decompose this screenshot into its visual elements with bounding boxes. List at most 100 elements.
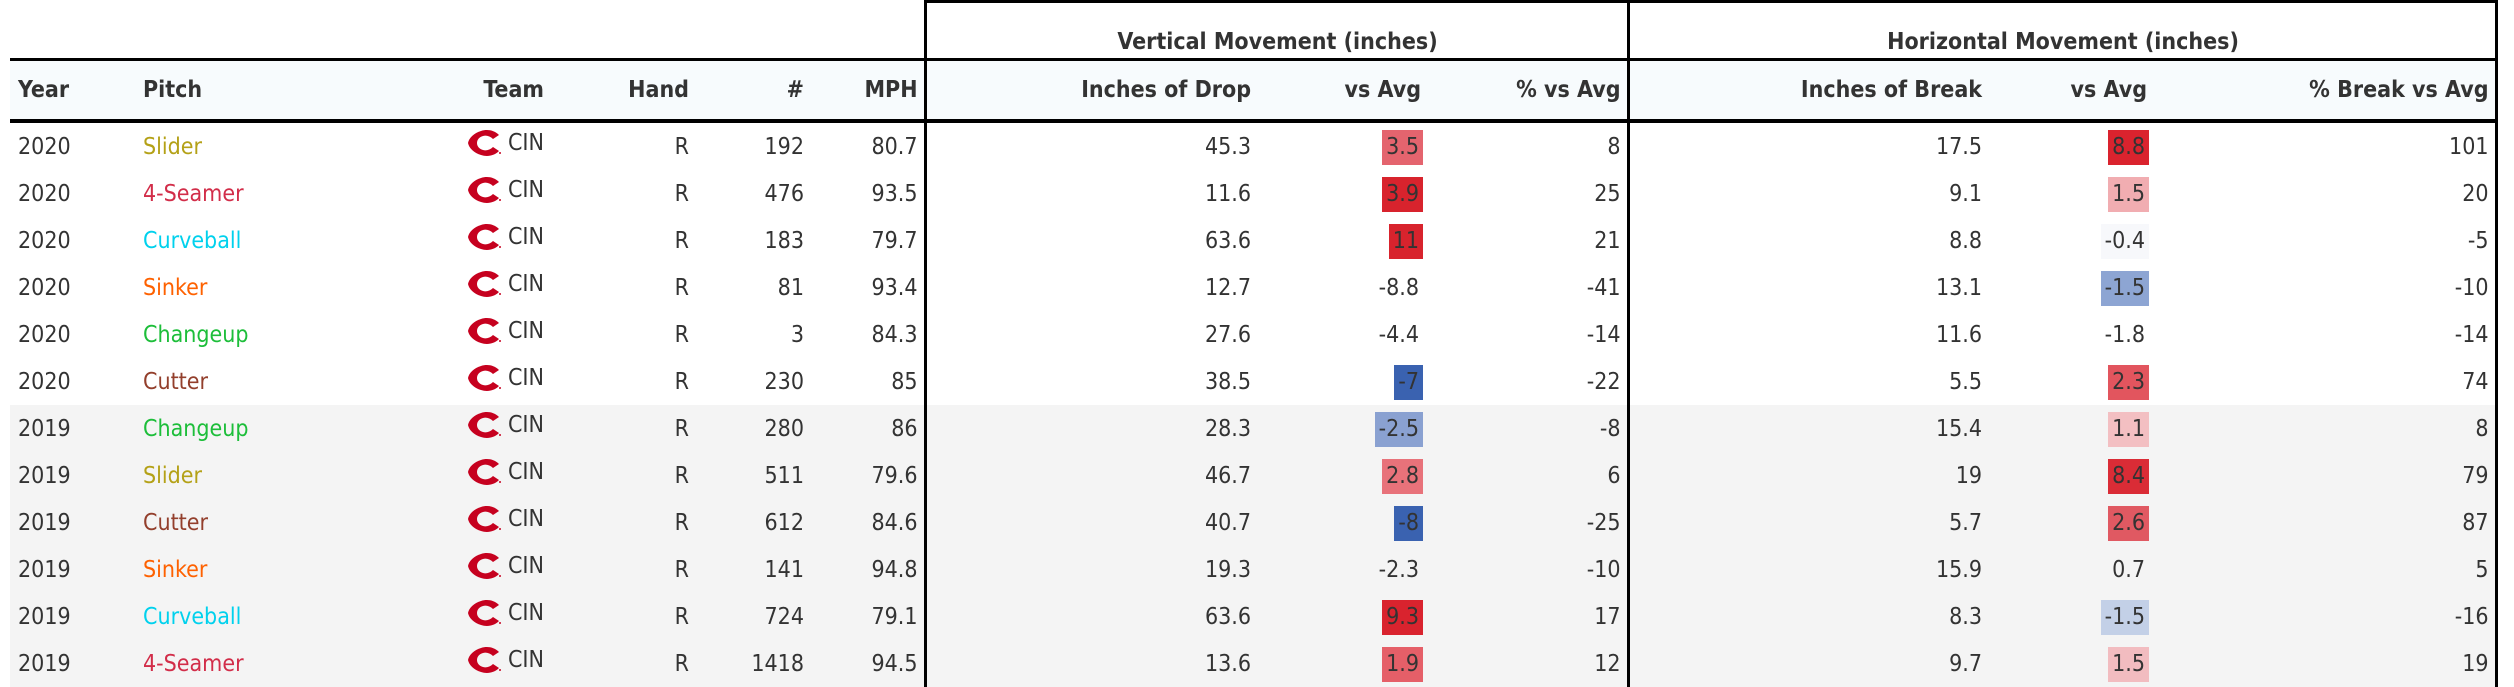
cell-break: 13.1: [1935, 274, 1983, 301]
cell-pitch: Cutter: [135, 499, 300, 546]
team-abbr: CIN: [507, 177, 544, 203]
pitch-movement-table-container: Vertical Movement (inches) Horizontal Mo…: [10, 0, 2498, 687]
col-header-v-vs-avg[interactable]: vs Avg: [1257, 58, 1428, 123]
cell-h-vs-avg: -1.5: [1988, 593, 2154, 640]
cell-v-vs-avg: -2.5: [1257, 405, 1428, 452]
cell-break: 9.1: [1949, 180, 1983, 207]
cell-pitch: Curveball: [143, 227, 242, 254]
cell-v-vs-avg: 3.5: [1257, 121, 1427, 170]
table-row: 2019 Slider CIN R 511 79.6 46.7 2.8 6 19…: [10, 452, 2498, 499]
col-header-year[interactable]: Year: [10, 58, 135, 123]
team-abbr: CIN: [507, 553, 544, 579]
cell-count: 1418: [695, 640, 810, 687]
group-header-blank: [10, 2, 925, 60]
h-vs-avg-badge: 1.5: [2108, 646, 2150, 682]
pitch-movement-table: Vertical Movement (inches) Horizontal Mo…: [10, 0, 2498, 687]
team-abbr: CIN: [507, 224, 544, 250]
team-abbr: CIN: [507, 647, 544, 673]
cell-team: CIN: [300, 170, 550, 217]
cell-year: 2019: [10, 546, 135, 593]
v-vs-avg-badge: 11: [1388, 223, 1424, 259]
cell-h-vs-avg: 2.6: [1988, 499, 2154, 546]
cell-count: 724: [695, 593, 810, 640]
col-header-count[interactable]: #: [695, 58, 810, 123]
cell-hand: R: [674, 227, 689, 254]
cell-year: 2020: [18, 180, 71, 207]
cell-h-pct-vs-avg: 87: [2153, 499, 2498, 546]
cell-year: 2019: [10, 452, 135, 499]
reds-logo-icon: [467, 600, 501, 626]
team-wrap: CIN: [467, 405, 544, 445]
team-abbr: CIN: [507, 365, 544, 391]
v-vs-avg-badge: 3.5: [1382, 129, 1424, 165]
col-header-mph[interactable]: MPH: [810, 58, 926, 123]
cell-break: 11.6: [1935, 321, 1983, 348]
col-header-h-vs-avg[interactable]: vs Avg: [1988, 58, 2154, 123]
cell-pitch: Changeup: [135, 405, 300, 452]
reds-logo-icon: [467, 365, 501, 391]
table-row: 2020 Curveball CIN R 183 79.7 63.6 11 21…: [10, 217, 2498, 264]
cell-hand: R: [550, 640, 695, 687]
cell-pitch: 4-Seamer: [135, 640, 300, 687]
cell-team: CIN: [300, 358, 550, 405]
cell-pitch: Cutter: [143, 368, 209, 395]
team-wrap: CIN: [467, 546, 544, 586]
cell-team: CIN: [300, 217, 550, 264]
cell-count: 81: [777, 274, 804, 301]
cell-mph: 80.7: [871, 133, 918, 160]
team-wrap: CIN: [467, 593, 544, 633]
h-vs-avg-badge: -1.8: [2104, 321, 2146, 348]
group-header-row: Vertical Movement (inches) Horizontal Mo…: [10, 0, 2498, 60]
col-header-drop[interactable]: Inches of Drop: [923, 58, 1258, 123]
col-header-pitch[interactable]: Pitch: [135, 58, 300, 123]
cell-pitch: Slider: [135, 452, 300, 499]
h-vs-avg-badge: 8.8: [2108, 129, 2150, 165]
cell-h-pct-vs-avg: 20: [2153, 170, 2498, 217]
v-vs-avg-badge: -7: [1394, 364, 1424, 400]
v-vs-avg-badge: -4.4: [1378, 321, 1420, 348]
team-abbr: CIN: [507, 600, 544, 626]
cell-v-vs-avg: 3.9: [1257, 170, 1427, 217]
cell-mph: 85: [891, 368, 918, 395]
cell-v-pct-vs-avg: -25: [1427, 499, 1630, 546]
h-vs-avg-badge: -1.5: [2100, 599, 2150, 635]
col-header-v-pct-vs-avg[interactable]: % vs Avg: [1427, 58, 1630, 123]
col-header-h-pct-vs-avg[interactable]: % Break vs Avg: [2153, 58, 2498, 123]
table-row: 2020 4-Seamer CIN R 476 93.5 11.6 3.9 25…: [10, 170, 2498, 217]
col-header-hand[interactable]: Hand: [550, 58, 695, 123]
cell-drop: 63.6: [923, 217, 1258, 264]
cell-year: 2020: [18, 227, 71, 254]
h-vs-avg-badge: -1.5: [2100, 270, 2150, 306]
h-vs-avg-badge: 2.6: [2108, 505, 2150, 541]
table-row: 2019 4-Seamer CIN R 1418 94.5 13.6 1.9 1…: [10, 640, 2498, 687]
cell-break: 17.5: [1935, 133, 1983, 160]
cell-v-vs-avg: -8: [1257, 499, 1428, 546]
cell-v-vs-avg: 9.3: [1257, 593, 1428, 640]
cell-h-vs-avg: 1.1: [1988, 405, 2154, 452]
cell-h-pct-vs-avg: -16: [2153, 593, 2498, 640]
cell-year: 2020: [18, 274, 71, 301]
cell-hand: R: [550, 405, 695, 452]
cell-h-vs-avg: -0.4: [1988, 217, 2153, 264]
cell-team: CIN: [300, 640, 550, 687]
cell-v-vs-avg: -2.3: [1257, 546, 1428, 593]
cell-year: 2019: [10, 405, 135, 452]
cell-break: 15.4: [1628, 405, 1989, 452]
cell-pitch: Sinker: [135, 546, 300, 593]
cell-count: 183: [764, 227, 805, 254]
team-wrap: CIN: [467, 311, 544, 351]
cell-v-pct-vs-avg: -41: [1427, 264, 1630, 311]
cell-count: 280: [695, 405, 810, 452]
cell-hand: R: [674, 274, 689, 301]
cell-pitch: Changeup: [143, 321, 249, 348]
v-vs-avg-badge: -2.5: [1374, 411, 1424, 447]
col-header-team[interactable]: Team: [300, 58, 550, 123]
col-header-break[interactable]: Inches of Break: [1628, 58, 1989, 123]
cell-count: 141: [695, 546, 810, 593]
cell-drop: 46.7: [923, 452, 1258, 499]
table-row: 2020 Cutter CIN R 230 85 38.5 -7 -22 5.5…: [10, 358, 2498, 405]
cell-h-vs-avg: 2.3: [1988, 358, 2153, 405]
cell-drop: 13.6: [923, 640, 1258, 687]
team-abbr: CIN: [507, 271, 544, 297]
cell-h-pct-vs-avg: 79: [2153, 452, 2498, 499]
